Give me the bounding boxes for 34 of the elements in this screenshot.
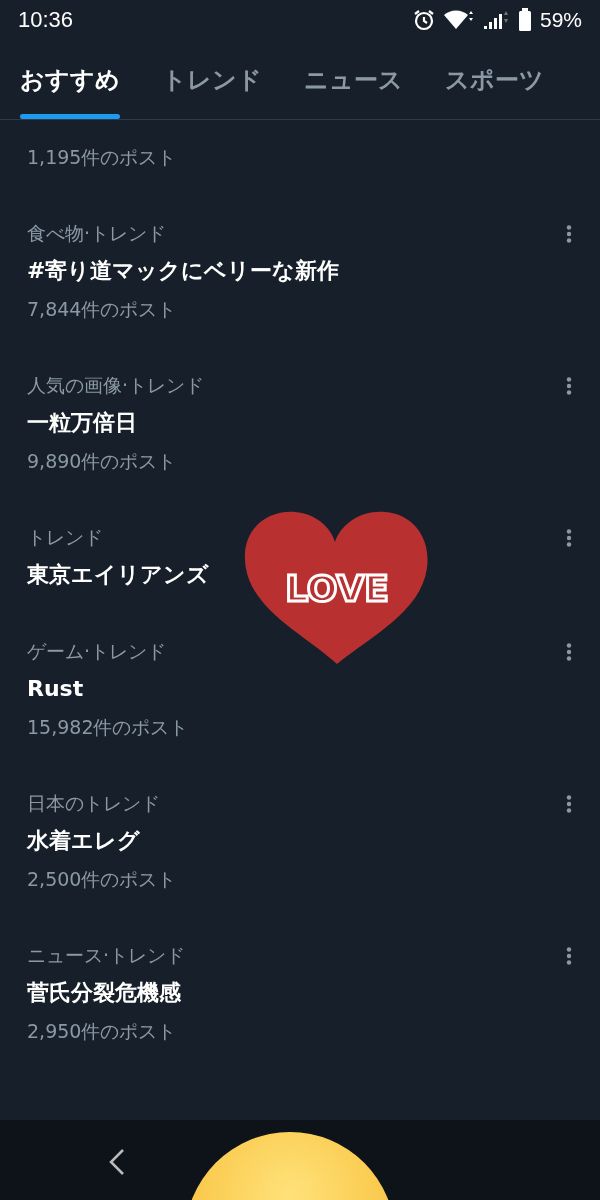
trend-title[interactable]: 水着エレグ (27, 822, 140, 860)
more-icon[interactable] (566, 225, 572, 243)
trend-context: 人気の画像·トレンド (27, 373, 205, 398)
battery-icon (517, 8, 532, 32)
post-count: 7,844件のポスト (27, 297, 177, 322)
post-count: 2,950件のポスト (27, 1019, 177, 1044)
trend-context: 日本のトレンド (27, 791, 160, 816)
tab[interactable]: ニュース (304, 40, 403, 119)
trend-context: トレンド (27, 525, 103, 550)
post-count: 2,500件のポスト (27, 867, 177, 892)
trend-context: 食べ物·トレンド (27, 221, 167, 246)
more-icon[interactable] (566, 643, 572, 661)
more-icon[interactable] (566, 947, 572, 965)
back-icon[interactable] (108, 1148, 126, 1176)
trend-title[interactable]: 東京エイリアンズ (27, 556, 209, 594)
more-icon[interactable] (566, 377, 572, 395)
wifi-icon (443, 9, 474, 31)
post-count: 9,890件のポスト (27, 449, 177, 474)
trend-title[interactable]: 菅氏分裂危機感 (27, 974, 181, 1012)
trend-context: ゲーム·トレンド (27, 639, 167, 664)
post-count: 1,195件のポスト (27, 145, 177, 170)
tab[interactable]: トレンド (162, 40, 262, 119)
more-icon[interactable] (566, 795, 572, 813)
trend-context: ニュース·トレンド (27, 943, 186, 968)
tab[interactable]: スポーツ (445, 40, 544, 119)
trend-title[interactable]: Rust (27, 670, 84, 708)
trend-title[interactable]: 一粒万倍日 (27, 404, 137, 442)
more-icon[interactable] (566, 529, 572, 547)
battery-percentage: 59% (539, 8, 582, 32)
trend-title[interactable]: #寄り道マックにベリーな新作 (27, 252, 340, 290)
post-count: 15,982件のポスト (27, 715, 189, 740)
tab[interactable]: おすすめ (20, 40, 120, 119)
status-time: 10:36 (18, 7, 74, 33)
signal-icon (481, 9, 510, 31)
